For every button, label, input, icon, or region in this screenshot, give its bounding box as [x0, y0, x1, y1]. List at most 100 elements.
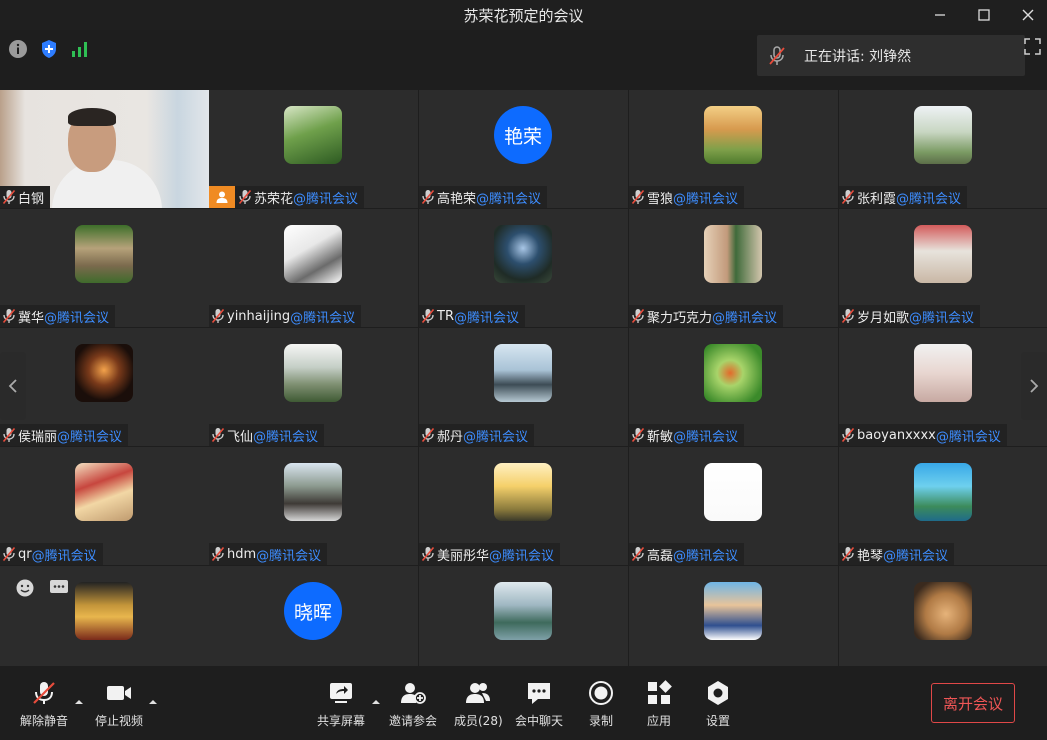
participant-name: baoyanxxxx — [857, 427, 936, 443]
minimize-button[interactable] — [922, 3, 958, 27]
participant-tile[interactable]: 侯瑞丽 @腾讯会议 — [0, 328, 209, 446]
maximize-button[interactable] — [966, 3, 1002, 27]
participant-tile[interactable]: 靳敏 @腾讯会议 — [629, 328, 838, 446]
apps-button[interactable]: 应用 — [646, 680, 672, 729]
chevron-left-icon — [8, 379, 17, 393]
gear-icon — [708, 681, 728, 705]
participant-tile[interactable]: 郝丹 @腾讯会议 — [419, 328, 628, 446]
muted-mic-icon — [841, 427, 855, 443]
share-screen-label: 共享屏幕 — [317, 714, 366, 728]
quick-chat-button[interactable] — [46, 575, 72, 601]
invite-button[interactable]: 邀请参会 — [389, 680, 437, 729]
participant-avatar — [914, 344, 972, 402]
participant-org-suffix: @腾讯会议 — [253, 429, 319, 445]
muted-mic-icon — [2, 308, 16, 324]
minimize-icon — [935, 14, 945, 16]
unmute-button[interactable]: 解除静音 — [20, 680, 68, 729]
video-options-caret-icon[interactable] — [148, 698, 158, 706]
participant-video-hair — [68, 108, 116, 126]
participant-name: 高磊 — [647, 548, 674, 564]
share-options-caret-icon[interactable] — [371, 698, 381, 706]
muted-mic-icon — [238, 189, 252, 205]
participant-avatar — [494, 344, 552, 402]
close-icon — [1022, 9, 1034, 21]
chat-button[interactable]: 会中聊天 — [515, 680, 563, 729]
participant-name-tag: qr @腾讯会议 — [0, 543, 103, 565]
settings-button[interactable]: 设置 — [705, 680, 731, 729]
fullscreen-icon[interactable] — [1024, 38, 1041, 55]
participant-tile[interactable]: 白钢 — [0, 90, 209, 208]
participant-name: 飞仙 — [227, 429, 254, 445]
participant-name-tag: 高艳荣 @腾讯会议 — [419, 186, 548, 208]
participant-tile[interactable]: 苏荣花 @腾讯会议 — [209, 90, 418, 208]
participant-tile[interactable]: 岁月如歌 @腾讯会议 — [839, 209, 1047, 327]
participant-org-suffix: @腾讯会议 — [476, 191, 542, 207]
participant-avatar — [914, 225, 972, 283]
participant-name-tag: 聚力巧克力 @腾讯会议 — [629, 305, 784, 327]
security-shield-icon[interactable] — [39, 39, 59, 59]
meeting-info-bar: 正在讲话: 刘铮然 — [0, 30, 1047, 90]
audio-options-caret-icon[interactable] — [74, 698, 84, 706]
participant-name: 雪狼 — [647, 191, 674, 207]
members-button[interactable]: 成员(28) — [454, 680, 503, 729]
members-icon — [466, 683, 491, 703]
participant-name: 岁月如歌 — [857, 310, 910, 326]
participant-avatar — [704, 582, 762, 640]
participant-tile[interactable]: 艳琴 @腾讯会议 — [839, 447, 1047, 565]
participant-avatar: 晓晖 — [284, 582, 342, 640]
participant-tile[interactable]: 雪狼 @腾讯会议 — [629, 90, 838, 208]
participant-name: 侯瑞丽 — [18, 429, 58, 445]
participant-tile[interactable] — [839, 566, 1047, 666]
participant-avatar — [914, 582, 972, 640]
window-title: 苏荣花预定的会议 — [463, 7, 584, 25]
participant-name: hdm — [227, 546, 257, 562]
participant-name-tag: 飞仙 @腾讯会议 — [209, 424, 325, 446]
next-page-button[interactable] — [1021, 352, 1047, 420]
participant-avatar — [284, 225, 342, 283]
host-user-icon — [216, 191, 228, 203]
avatar-initials: 晓晖 — [293, 601, 332, 624]
signal-icon[interactable] — [70, 39, 90, 59]
participant-name: 苏荣花 — [254, 191, 294, 207]
participant-org-suffix: @腾讯会议 — [489, 548, 555, 564]
participant-name-tag: TR @腾讯会议 — [419, 305, 525, 327]
participant-tile[interactable]: qr @腾讯会议 — [0, 447, 209, 565]
meeting-toolbar: 解除静音 停止视频 共享屏幕 邀请参会 成员(28) 会中聊天 录制 应用 设置… — [0, 666, 1047, 740]
participant-avatar — [75, 225, 133, 283]
participant-tile[interactable]: 晓晖 — [209, 566, 418, 666]
participant-tile[interactable]: 艳荣 高艳荣 @腾讯会议 — [419, 90, 628, 208]
participant-name-tag: 雪狼 @腾讯会议 — [629, 186, 745, 208]
participant-tile[interactable]: 高磊 @腾讯会议 — [629, 447, 838, 565]
participant-avatar — [494, 225, 552, 283]
record-button[interactable]: 录制 — [588, 680, 614, 729]
participant-tile[interactable]: 张利霞 @腾讯会议 — [839, 90, 1047, 208]
participant-avatar — [75, 582, 133, 640]
stop-video-button[interactable]: 停止视频 — [95, 680, 143, 729]
participant-tile[interactable]: 飞仙 @腾讯会议 — [209, 328, 418, 446]
leave-meeting-button[interactable]: 离开会议 — [931, 683, 1015, 723]
participant-tile[interactable]: 美丽彤华 @腾讯会议 — [419, 447, 628, 565]
title-bar: 苏荣花预定的会议 — [0, 0, 1047, 30]
participant-tile[interactable]: baoyanxxxx @腾讯会议 — [839, 328, 1047, 446]
participant-tile[interactable]: 冀华 @腾讯会议 — [0, 209, 209, 327]
participant-avatar — [284, 344, 342, 402]
muted-mic-icon — [2, 427, 16, 443]
participant-avatar — [914, 106, 972, 164]
participant-tile[interactable]: 聚力巧克力 @腾讯会议 — [629, 209, 838, 327]
participant-tile[interactable]: yinhaijing @腾讯会议 — [209, 209, 418, 327]
share-screen-button[interactable]: 共享屏幕 — [317, 680, 365, 729]
prev-page-button[interactable] — [0, 352, 26, 420]
close-button[interactable] — [1010, 3, 1046, 27]
apps-grid-icon — [648, 680, 672, 704]
emoji-button[interactable] — [12, 575, 38, 601]
participant-name-tag: 靳敏 @腾讯会议 — [629, 424, 745, 446]
participant-org-suffix: @腾讯会议 — [256, 548, 322, 564]
participant-name-tag: 张利霞 @腾讯会议 — [839, 186, 968, 208]
participant-tile[interactable] — [629, 566, 838, 666]
info-icon[interactable] — [8, 39, 28, 59]
participant-tile[interactable] — [419, 566, 628, 666]
participant-avatar — [704, 344, 762, 402]
participant-tile[interactable]: hdm @腾讯会议 — [209, 447, 418, 565]
muted-mic-icon — [631, 427, 645, 443]
participant-tile[interactable]: TR @腾讯会议 — [419, 209, 628, 327]
